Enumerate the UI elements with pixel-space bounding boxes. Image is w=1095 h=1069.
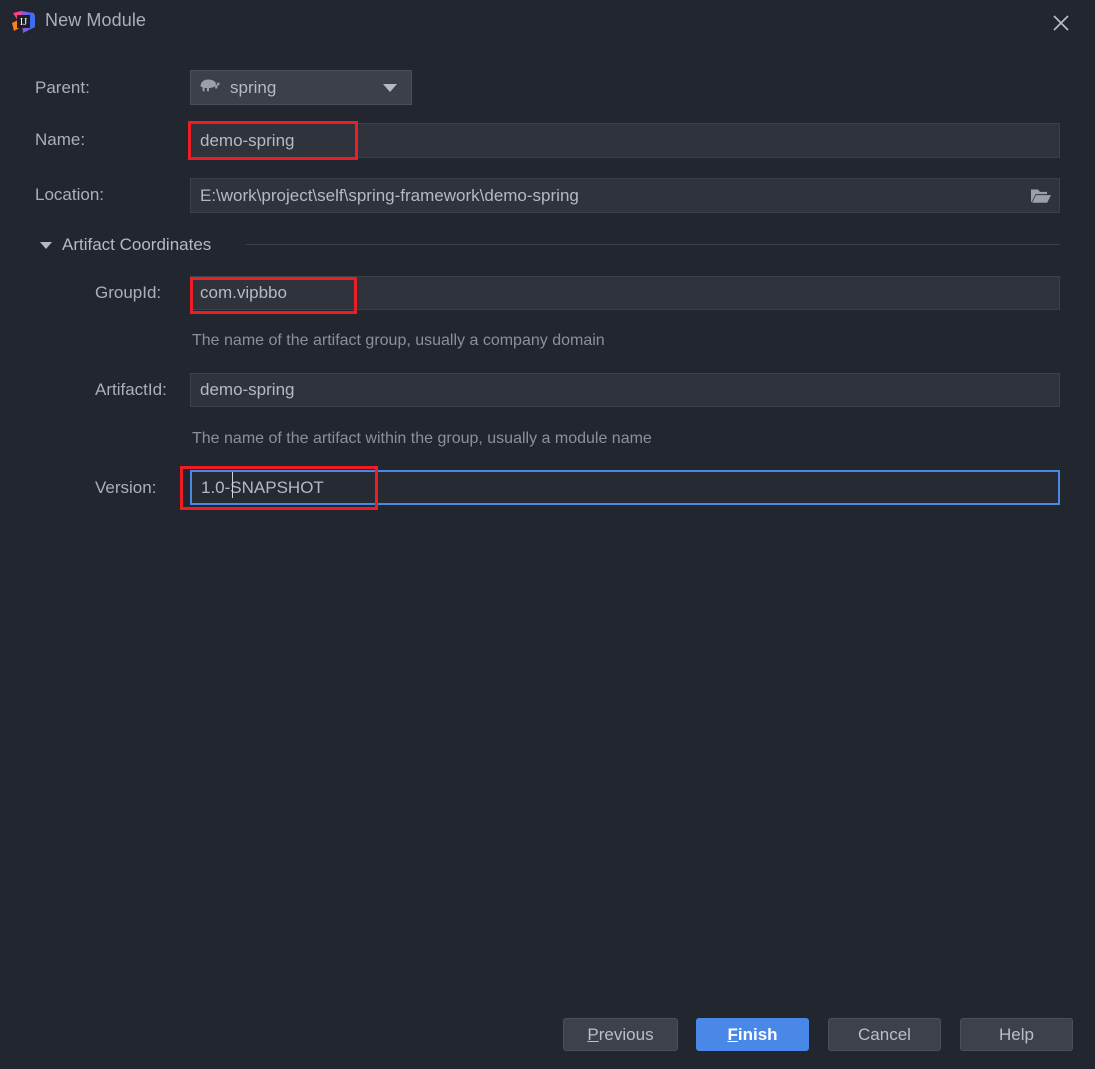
artifactid-hint: The name of the artifact within the grou… [192,430,652,447]
previous-mnemonic: P [587,1024,599,1044]
close-icon[interactable] [1048,10,1074,36]
finish-mnemonic: F [727,1024,738,1044]
dialog-titlebar: IJ New Module [0,0,1095,45]
folder-open-icon[interactable] [1030,186,1052,205]
previous-button[interactable]: Previous [563,1018,678,1051]
artifact-coordinates-title: Artifact Coordinates [62,235,212,254]
location-input[interactable]: E:\work\project\self\spring-framework\de… [190,178,1060,213]
chevron-down-icon [383,83,397,92]
location-label: Location: [35,185,104,204]
cancel-button[interactable]: Cancel [828,1018,941,1051]
name-label: Name: [35,130,86,149]
artifact-coordinates-section-header[interactable]: Artifact Coordinates [40,234,211,256]
section-divider [246,244,1060,245]
location-value: E:\work\project\self\spring-framework\de… [200,185,579,205]
parent-value: spring [230,77,277,97]
intellij-idea-logo-icon: IJ [11,10,36,35]
artifactid-input[interactable]: demo-spring [190,373,1060,407]
version-input[interactable]: 1.0-SNAPSHOT [190,470,1060,505]
page-title: New Module [45,10,147,30]
text-caret [232,472,233,498]
help-button[interactable]: Help [960,1018,1073,1051]
parent-dropdown[interactable]: spring [190,70,412,105]
finish-button[interactable]: Finish [696,1018,809,1051]
version-label: Version: [95,478,157,497]
previous-label-rest: revious [598,1024,654,1044]
name-input[interactable]: demo-spring [190,123,1060,158]
svg-text:IJ: IJ [20,17,27,28]
groupid-input[interactable]: com.vipbbo [190,276,1060,310]
groupid-hint: The name of the artifact group, usually … [192,332,605,349]
parent-label: Parent: [35,78,90,97]
triangle-down-icon [40,241,52,249]
new-module-dialog: IJ New Module Parent: spring Name: demo-… [0,0,1095,1069]
gradle-elephant-icon [199,77,221,99]
groupid-label: GroupId: [95,283,162,302]
finish-label-rest: inish [737,1024,778,1044]
artifactid-label: ArtifactId: [95,380,167,399]
